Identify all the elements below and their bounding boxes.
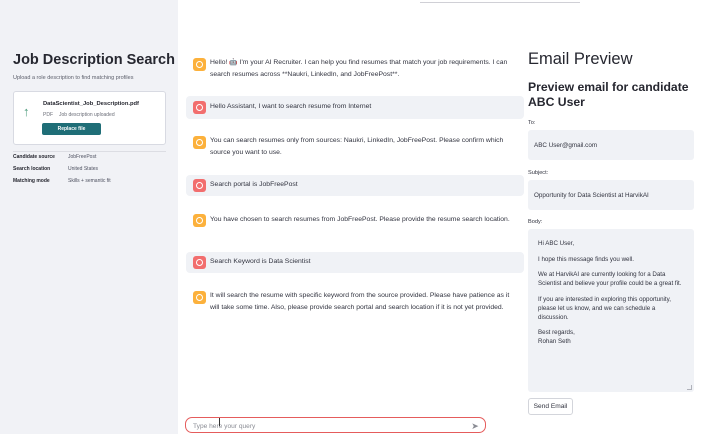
file-name: DataScientist_Job_Description.pdf: [43, 101, 139, 107]
upload-arrow-icon: ↑: [23, 104, 30, 119]
chat-input-box[interactable]: ➤: [185, 417, 486, 433]
email-preview-heading: Email Preview: [528, 50, 633, 68]
resize-handle-icon[interactable]: [687, 385, 692, 390]
meta-key: Search location: [13, 166, 51, 172]
message-text: Hello! 🤖 I'm your AI Recruiter. I can he…: [210, 59, 508, 78]
body-paragraph: I hope this message finds you well.: [538, 255, 634, 263]
chat-message-user: Search portal is JobFreePost: [186, 175, 524, 196]
body-closing: Best regards,: [538, 329, 575, 336]
meta-value: Skills + semantic fit: [68, 178, 111, 184]
chat-area: Hello! 🤖 I'm your AI Recruiter. I can he…: [186, 0, 524, 434]
chat-message-assistant: You have chosen to search resumes from J…: [186, 210, 524, 232]
page-subtitle: Upload a role description to find matchi…: [13, 75, 134, 81]
chat-message-assistant: It will search the resume with specific …: [186, 286, 524, 318]
to-field[interactable]: ABC User@gmail.com: [528, 130, 694, 160]
page-title: Job Description Search: [13, 52, 175, 68]
uploaded-file-card: ↑ DataScientist_Job_Description.pdf PDF J…: [13, 91, 166, 145]
body-sender: Rohan Seth: [538, 338, 571, 345]
assistant-avatar-icon: [193, 58, 206, 71]
chat-input[interactable]: [193, 421, 463, 431]
meta-row-candidate-source: Candidate source JobFreePost: [13, 154, 96, 160]
file-type: PDF: [43, 112, 53, 118]
email-preview-panel: Email Preview Preview email for candidat…: [528, 0, 720, 434]
assistant-avatar-icon: [193, 291, 206, 304]
email-body-field[interactable]: Hi ABC User, I hope this message finds y…: [528, 229, 694, 392]
user-avatar-icon: [193, 256, 206, 269]
email-preview-subheading: Preview email for candidate ABC User: [528, 80, 689, 109]
send-arrow-icon[interactable]: ➤: [470, 421, 480, 431]
left-panel: Job Description Search Upload a role des…: [0, 0, 178, 434]
subject-field[interactable]: Opportunity for Data Scientist at Harvik…: [528, 180, 694, 210]
user-avatar-icon: [193, 179, 206, 192]
meta-row-matching-mode: Matching mode Skills + semantic fit: [13, 178, 111, 184]
assistant-avatar-icon: [193, 214, 206, 227]
meta-row-search-location: Search location United States: [13, 166, 98, 172]
message-text: Search Keyword is Data Scientist: [210, 258, 311, 265]
file-status: Job description uploaded: [59, 112, 115, 118]
chat-message-assistant: Hello! 🤖 I'm your AI Recruiter. I can he…: [186, 53, 524, 85]
assistant-avatar-icon: [193, 136, 206, 149]
message-text: It will search the resume with specific …: [210, 292, 510, 311]
message-text: You can search resumes only from sources…: [210, 137, 504, 156]
send-email-button[interactable]: Send Email: [528, 398, 573, 415]
body-paragraph: If you are interested in exploring this …: [538, 295, 671, 321]
chat-message-assistant: You can search resumes only from sources…: [186, 131, 524, 163]
subject-label: Subject:: [528, 170, 549, 176]
message-text: Hello Assistant, I want to search resume…: [210, 103, 372, 110]
replace-file-button[interactable]: Replace file: [42, 123, 101, 135]
body-label: Body:: [528, 219, 543, 225]
chat-message-user: Hello Assistant, I want to search resume…: [186, 96, 524, 119]
divider: [13, 151, 166, 152]
meta-value: United States: [68, 166, 99, 172]
text-cursor: [219, 418, 221, 426]
to-label: To:: [528, 120, 536, 126]
meta-key: Matching mode: [13, 178, 50, 184]
message-text: You have chosen to search resumes from J…: [210, 216, 510, 223]
body-greeting: Hi ABC User,: [538, 240, 575, 247]
meta-key: Candidate source: [13, 154, 55, 160]
body-paragraph: We at HarvikAI are currently looking for…: [538, 271, 682, 287]
user-avatar-icon: [193, 101, 206, 114]
meta-value: JobFreePost: [68, 154, 97, 160]
chat-message-user: Search Keyword is Data Scientist: [186, 252, 524, 273]
file-meta: PDF Job description uploaded: [43, 112, 121, 118]
message-text: Search portal is JobFreePost: [210, 181, 298, 188]
